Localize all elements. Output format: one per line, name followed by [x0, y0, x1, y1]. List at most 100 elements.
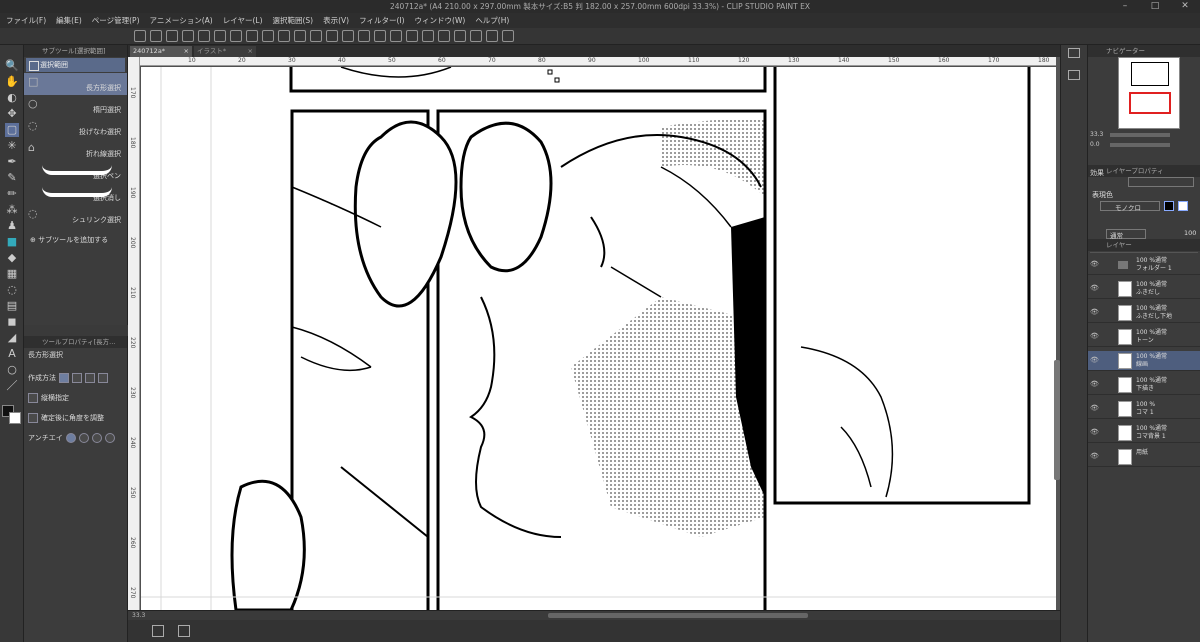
move-tool-icon[interactable]: ✥ — [5, 107, 19, 121]
layer-row[interactable]: 👁 100 %通常 フォルダー 1 — [1088, 255, 1200, 275]
command-icon[interactable] — [294, 30, 306, 42]
command-icon[interactable] — [278, 30, 290, 42]
layer-row[interactable]: 👁 用紙 — [1088, 447, 1200, 467]
sub-color-swatch[interactable] — [9, 412, 21, 424]
page-manager-icon[interactable] — [152, 625, 164, 637]
visibility-eye-icon[interactable]: 👁 — [1090, 332, 1099, 341]
command-icon[interactable] — [214, 30, 226, 42]
add-subtool-button[interactable]: ⊕ サブツールを追加する — [24, 227, 127, 253]
menu-item-1[interactable]: 編集(E) — [56, 15, 82, 26]
balloon-tool-icon[interactable]: ◌ — [5, 283, 19, 297]
subtool-item[interactable]: ○ 楕円選択 — [24, 95, 127, 117]
antialias-none[interactable] — [65, 433, 76, 443]
rotate-slider[interactable] — [1110, 143, 1170, 147]
layer-row[interactable]: 👁 100 %通常 ふきだし — [1088, 279, 1200, 299]
airbrush-icon[interactable]: ⁂ — [5, 203, 19, 217]
command-icon[interactable] — [134, 30, 146, 42]
black-swatch[interactable] — [1164, 201, 1174, 211]
command-icon[interactable] — [454, 30, 466, 42]
eraser-tool-icon[interactable]: ◆ — [5, 251, 19, 265]
command-icon[interactable] — [262, 30, 274, 42]
figure-icon[interactable]: ◼ — [5, 315, 19, 329]
visibility-eye-icon[interactable]: 👁 — [1090, 428, 1099, 437]
stamp-icon[interactable]: ♟ — [5, 219, 19, 233]
menu-item-4[interactable]: レイヤー(L) — [223, 15, 263, 26]
visibility-eye-icon[interactable]: 👁 — [1090, 284, 1099, 293]
white-swatch[interactable] — [1178, 201, 1188, 211]
material-panel-icon[interactable] — [1068, 70, 1080, 80]
visibility-eye-icon[interactable]: 👁 — [1090, 308, 1099, 317]
menu-item-6[interactable]: 表示(V) — [323, 15, 349, 26]
command-icon[interactable] — [470, 30, 482, 42]
brush-icon[interactable]: ✒ — [5, 155, 19, 169]
layer-row[interactable]: 👁 100 %通常 線画 — [1088, 351, 1200, 371]
maximize-button[interactable]: □ — [1140, 0, 1170, 13]
speech-balloon-icon[interactable]: ○ — [5, 363, 19, 377]
visibility-eye-icon[interactable]: 👁 — [1090, 260, 1099, 269]
fill-icon[interactable]: ■ — [5, 235, 19, 249]
subtool-item[interactable]: □ 長方形選択 — [24, 73, 127, 95]
horizontal-scrollbar[interactable]: 33.3 — [128, 610, 1060, 620]
minimize-button[interactable]: – — [1110, 0, 1140, 13]
subtool-item[interactable]: 選択ペン — [24, 161, 127, 183]
subtool-item[interactable]: ◌ シュリンク選択 — [24, 205, 127, 227]
command-icon[interactable] — [310, 30, 322, 42]
command-icon[interactable] — [230, 30, 242, 42]
effect-buttons[interactable] — [1128, 177, 1194, 187]
magic-wand-icon[interactable]: ✳ — [5, 139, 19, 153]
antialias-mid[interactable] — [91, 433, 102, 443]
menu-item-7[interactable]: フィルター(I) — [359, 15, 404, 26]
antialias-weak[interactable] — [78, 433, 89, 443]
layer-row[interactable]: 👁 100 %通常 コマ背景 1 — [1088, 423, 1200, 443]
pencil-icon[interactable]: ✏ — [5, 187, 19, 201]
close-tab-icon[interactable]: × — [184, 46, 189, 57]
fit-page-icon[interactable] — [178, 625, 190, 637]
navigator-preview[interactable] — [1118, 57, 1180, 129]
close-button[interactable]: ✕ — [1170, 0, 1200, 13]
command-icon[interactable] — [182, 30, 194, 42]
horizontal-scroll-handle[interactable] — [548, 613, 808, 618]
command-icon[interactable] — [166, 30, 178, 42]
opacity-value[interactable]: 100 — [1184, 229, 1196, 237]
command-icon[interactable] — [406, 30, 418, 42]
command-icon[interactable] — [150, 30, 162, 42]
eyedropper-icon[interactable]: ◐ — [5, 91, 19, 105]
hand-tool-icon[interactable]: ✋ — [5, 75, 19, 89]
add-selection-button[interactable] — [72, 373, 82, 383]
expression-color-select[interactable]: モノクロ — [1100, 201, 1160, 212]
menu-item-5[interactable]: 選択範囲(S) — [273, 15, 314, 26]
navigator-panel-icon[interactable] — [1068, 48, 1080, 58]
menu-item-3[interactable]: アニメーション(A) — [150, 15, 213, 26]
visibility-eye-icon[interactable]: 👁 — [1090, 380, 1099, 389]
frame-tool-icon[interactable]: ▦ — [5, 267, 19, 281]
tab-document-2[interactable]: イラスト* × — [194, 46, 256, 57]
command-icon[interactable] — [422, 30, 434, 42]
subtool-group[interactable]: 選択範囲 — [26, 58, 125, 72]
layer-row[interactable]: 👁 100 %通常 ふきだし下地 — [1088, 303, 1200, 323]
text-tool-icon[interactable]: A — [5, 347, 19, 361]
intersect-selection-button[interactable] — [98, 373, 108, 383]
visibility-eye-icon[interactable]: 👁 — [1090, 404, 1099, 413]
canvas[interactable] — [141, 67, 1056, 610]
menu-item-2[interactable]: ページ管理(P) — [92, 15, 140, 26]
line-correction-icon[interactable]: ／ — [5, 379, 19, 393]
command-icon[interactable] — [246, 30, 258, 42]
visibility-eye-icon[interactable]: 👁 — [1090, 356, 1099, 365]
subtract-selection-button[interactable] — [85, 373, 95, 383]
subtool-item[interactable]: 選択消し — [24, 183, 127, 205]
layer-row[interactable]: 👁 100 %通常 トーン — [1088, 327, 1200, 347]
gradient-icon[interactable]: ▤ — [5, 299, 19, 313]
adjust-angle-checkbox[interactable] — [28, 413, 38, 423]
command-icon[interactable] — [326, 30, 338, 42]
menu-item-9[interactable]: ヘルプ(H) — [475, 15, 509, 26]
visibility-eye-icon[interactable]: 👁 — [1090, 452, 1099, 461]
command-icon[interactable] — [438, 30, 450, 42]
menu-item-8[interactable]: ウィンドウ(W) — [415, 15, 466, 26]
command-icon[interactable] — [374, 30, 386, 42]
selection-tool-icon[interactable]: ▢ — [5, 123, 19, 137]
new-selection-button[interactable] — [59, 373, 69, 383]
zoom-slider[interactable] — [1110, 133, 1170, 137]
command-icon[interactable] — [390, 30, 402, 42]
blend-mode-select[interactable]: 通常 — [1106, 229, 1146, 240]
close-tab-icon[interactable]: × — [248, 46, 253, 57]
